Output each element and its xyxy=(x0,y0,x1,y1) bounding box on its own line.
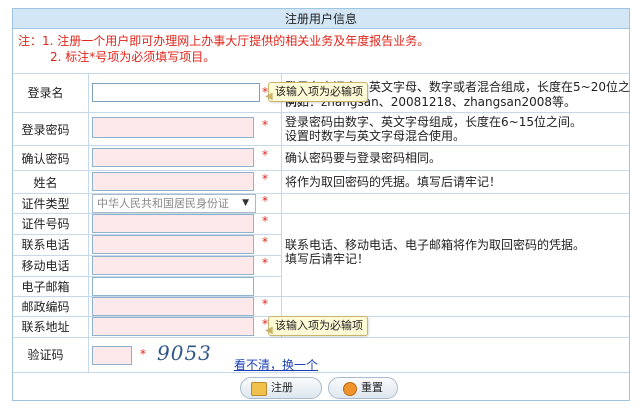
label-address: 联系地址 xyxy=(21,320,70,334)
tooltip-text: 该输入项为必输项 xyxy=(275,85,363,98)
name-input[interactable] xyxy=(92,172,254,191)
required-mark: * xyxy=(262,118,268,132)
id-type-value: 中华人民共和国居民身份证 xyxy=(97,197,229,210)
edit-icon xyxy=(251,382,267,396)
register-button[interactable]: 注册 xyxy=(240,377,322,399)
label-password: 登录密码 xyxy=(21,123,70,137)
required-mark: * xyxy=(262,214,268,228)
label-id-type: 证件类型 xyxy=(21,197,70,211)
label-name: 姓名 xyxy=(33,176,58,190)
name-hint: 将作为取回密码的凭据。填写后请牢记！ xyxy=(285,175,502,189)
tooltip-pointer-icon: ◀ xyxy=(265,91,273,102)
reset-button[interactable]: 重置 xyxy=(328,377,398,399)
contact-hint-1: 联系电话、移动电话、电子邮箱将作为取回密码的凭据。 xyxy=(285,238,586,252)
captcha-code: 9053 xyxy=(157,341,212,365)
label-username: 登录名 xyxy=(27,86,64,100)
mobile-input[interactable] xyxy=(92,256,254,275)
label-confirm-password: 确认密码 xyxy=(21,152,70,166)
label-captcha: 验证码 xyxy=(27,348,64,362)
row-divider xyxy=(13,73,629,74)
password-hint-2: 设置时数字与英文字母混合使用。 xyxy=(285,129,466,143)
note-line-1: 注：1. 注册一个用户即可办理网上办事大厅提供的相关业务及年度报告业务。 xyxy=(18,34,430,48)
reset-button-label: 重置 xyxy=(361,381,383,394)
note-line-2: 2. 标注*号项为必须填写项目。 xyxy=(50,50,216,64)
contact-hint-2: 填写后请牢记！ xyxy=(285,252,370,266)
confirm-hint: 确认密码要与登录密码相同。 xyxy=(285,151,442,165)
postcode-input[interactable] xyxy=(92,297,254,316)
dropdown-arrow-icon: ▼ xyxy=(242,198,249,208)
required-mark: * xyxy=(262,235,268,249)
tooltip-pointer-icon: ◀ xyxy=(265,325,273,336)
required-mark: * xyxy=(262,297,268,311)
label-id-number: 证件号码 xyxy=(21,217,70,231)
username-input[interactable] xyxy=(92,83,260,102)
label-phone: 联系电话 xyxy=(21,238,70,252)
reset-icon xyxy=(343,382,357,396)
address-input[interactable] xyxy=(92,317,254,336)
password-input[interactable] xyxy=(92,117,254,138)
row-divider xyxy=(13,337,629,338)
required-tooltip: ◀ 该输入项为必输项 xyxy=(265,82,368,102)
row-divider xyxy=(13,170,629,171)
row-divider xyxy=(13,145,629,146)
row-divider xyxy=(13,372,629,373)
col-divider xyxy=(281,73,282,337)
form-header: 注册用户信息 xyxy=(13,9,629,29)
captcha-refresh-link[interactable]: 看不清，换一个 xyxy=(234,356,318,373)
confirm-password-input[interactable] xyxy=(92,148,254,167)
row-divider xyxy=(13,112,629,113)
captcha-image[interactable]: 9053 xyxy=(157,341,212,365)
password-hint-1: 登录密码由数字、英文字母组成，长度在6~15位之间。 xyxy=(285,115,582,129)
required-mark: * xyxy=(262,148,268,162)
email-input[interactable] xyxy=(92,277,254,296)
phone-input[interactable] xyxy=(92,235,254,254)
tooltip-text: 该输入项为必输项 xyxy=(275,319,363,332)
required-mark: * xyxy=(262,256,268,270)
captcha-input[interactable] xyxy=(92,346,132,365)
label-email: 电子邮箱 xyxy=(21,280,70,294)
required-tooltip: ◀ 该输入项为必输项 xyxy=(265,316,368,336)
required-mark: * xyxy=(262,172,268,186)
label-mobile: 移动电话 xyxy=(21,259,70,273)
label-postcode: 邮政编码 xyxy=(21,300,70,314)
id-type-select[interactable]: 中华人民共和国居民身份证 ▼ xyxy=(92,194,256,213)
register-button-label: 注册 xyxy=(271,381,293,394)
required-mark: * xyxy=(140,347,146,361)
id-number-input[interactable] xyxy=(92,214,254,233)
required-mark: * xyxy=(262,194,268,208)
